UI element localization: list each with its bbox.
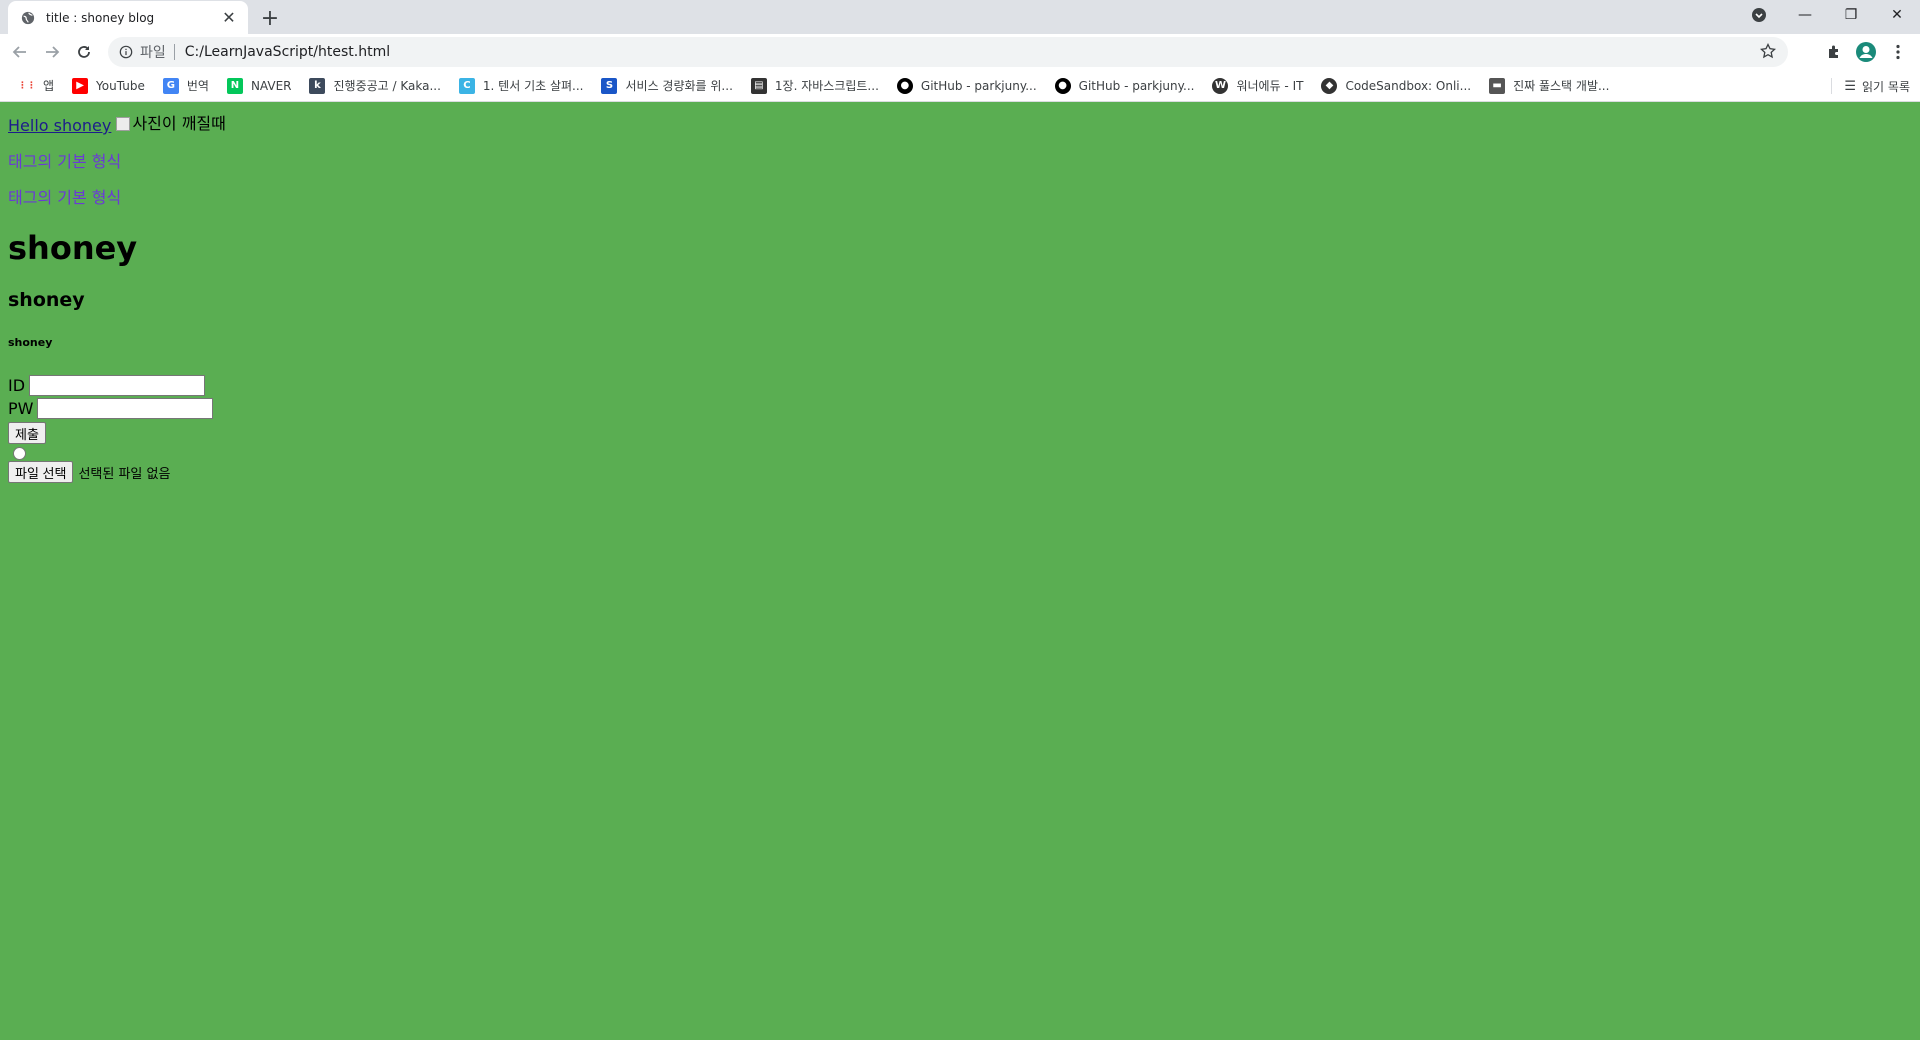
- id-label: ID: [8, 376, 26, 395]
- browser-toolbar: 파일 C:/LearnJavaScript/htest.html: [0, 34, 1920, 70]
- url-text[interactable]: C:/LearnJavaScript/htest.html: [185, 44, 390, 60]
- paragraph-1: 태그의 기본 형식: [8, 152, 122, 171]
- youtube-icon: ▶: [72, 77, 89, 94]
- globe-icon: [20, 10, 36, 26]
- reading-list-label: 읽기 목록: [1862, 79, 1910, 94]
- bookmark-item[interactable]: ◆ CodeSandbox: Onli...: [1312, 72, 1480, 100]
- book-icon: ▤: [750, 77, 767, 94]
- pw-label: PW: [8, 399, 34, 418]
- bookmark-item[interactable]: ● GitHub - parkjuny...: [1046, 72, 1204, 100]
- hello-link[interactable]: Hello shoney: [8, 116, 111, 135]
- bookmark-label: YouTube: [96, 78, 145, 93]
- bookmark-label: 1장. 자바스크립트...: [774, 79, 879, 93]
- bookmark-item[interactable]: k 진행중공고 / Kaka...: [300, 72, 449, 100]
- restore-icon[interactable]: ❐: [1828, 0, 1874, 30]
- address-bar[interactable]: 파일 C:/LearnJavaScript/htest.html: [108, 37, 1788, 67]
- pw-input[interactable]: [37, 398, 214, 419]
- bookmark-item[interactable]: N NAVER: [218, 72, 301, 100]
- bookmark-item[interactable]: ● GitHub - parkjuny...: [888, 72, 1046, 100]
- url-separator: [173, 44, 175, 60]
- reload-icon[interactable]: [68, 36, 100, 68]
- extensions-icon[interactable]: [1818, 36, 1850, 68]
- toolbar-actions: [1818, 36, 1914, 68]
- kakao-icon: k: [309, 77, 326, 94]
- keyboard-icon: ▬: [1489, 77, 1506, 94]
- broken-image-icon: [116, 117, 131, 131]
- id-row: ID: [8, 374, 1912, 397]
- bookmark-item[interactable]: ⋮⋮ 앱: [10, 72, 63, 100]
- file-select-button[interactable]: 파일 선택: [8, 461, 74, 483]
- file-status: 선택된 파일 없음: [78, 466, 171, 482]
- new-tab-icon[interactable]: +: [258, 6, 282, 31]
- github-icon: ●: [896, 77, 913, 94]
- bookmark-item[interactable]: C 1. 텐서 기초 살펴...: [450, 72, 593, 100]
- bookmark-label: 서비스 경량화를 위...: [625, 79, 733, 93]
- bookmark-item[interactable]: ▬ 진짜 풀스택 개발...: [1480, 72, 1618, 100]
- heading-h3: shoney: [8, 289, 85, 311]
- c-icon: C: [458, 77, 475, 94]
- bookmark-label: GitHub - parkjuny...: [920, 78, 1037, 93]
- bookmark-label: NAVER: [250, 78, 292, 93]
- translate-icon: G: [162, 77, 179, 94]
- heading-h6: shoney: [8, 336, 53, 349]
- tab-close-icon[interactable]: ✕: [220, 8, 238, 27]
- radio-button[interactable]: [13, 447, 26, 460]
- bookmark-label: 앱: [43, 79, 55, 93]
- reading-list[interactable]: ☰ 읽기 목록: [1831, 72, 1910, 100]
- tab-strip: title : shoney blog ✕ + — ❐ ✕: [0, 0, 1920, 34]
- image-alt-text: 사진이 깨질때: [132, 114, 226, 133]
- close-window-icon[interactable]: ✕: [1874, 0, 1920, 30]
- browser-tab[interactable]: title : shoney blog ✕: [8, 1, 248, 34]
- bookmark-divider: [1831, 78, 1833, 94]
- paragraph-2: 태그의 기본 형식: [8, 188, 122, 207]
- pw-row: PW: [8, 397, 1912, 420]
- tab-title: title : shoney blog: [46, 10, 155, 25]
- file-row: 파일 선택 선택된 파일 없음: [8, 461, 1912, 483]
- naver-icon: N: [226, 77, 243, 94]
- bookmark-label: 1. 텐서 기초 살펴...: [482, 79, 584, 93]
- bookmark-label: 워너에듀 - IT: [1236, 79, 1304, 93]
- info-icon[interactable]: [118, 44, 134, 60]
- first-line: Hello shoney 사진이 깨질때: [8, 114, 1912, 136]
- bookmark-item[interactable]: W 워너에듀 - IT: [1203, 72, 1312, 100]
- codesandbox-icon: ◆: [1321, 77, 1338, 94]
- bookmark-label: 진짜 풀스택 개발...: [1513, 79, 1610, 93]
- menu-kebab-icon[interactable]: [1882, 36, 1914, 68]
- bookmarks-bar: ⋮⋮ 앱 ▶ YouTube G 번역 N NAVER k 진행중공고 / Kaka... C 1. …: [0, 70, 1920, 102]
- page-content: Hello shoney 사진이 깨질때 태그의 기본 형식 태그의 기본 형식…: [0, 102, 1920, 1040]
- bookmark-item[interactable]: S 서비스 경량화를 위...: [592, 72, 741, 100]
- login-form: ID PW 제출 파일 선택 선택된 파일 없음: [8, 374, 1912, 483]
- s-icon: S: [601, 77, 618, 94]
- tab-search-icon[interactable]: [1736, 0, 1782, 30]
- heading-h1: shoney: [8, 229, 138, 267]
- bookmark-item[interactable]: G 번역: [154, 72, 218, 100]
- minimize-icon[interactable]: —: [1782, 0, 1828, 30]
- github-icon: ●: [1054, 77, 1071, 94]
- back-icon[interactable]: [4, 36, 36, 68]
- bookmark-label: 진행중공고 / Kaka...: [333, 79, 441, 93]
- id-input[interactable]: [29, 375, 206, 396]
- forward-icon[interactable]: [36, 36, 68, 68]
- bookmark-star-icon[interactable]: [1759, 42, 1777, 63]
- bookmark-item[interactable]: ▶ YouTube: [63, 72, 154, 100]
- submit-button[interactable]: 제출: [8, 422, 46, 444]
- url-scheme-chip: 파일: [140, 45, 166, 61]
- profile-avatar-icon[interactable]: [1850, 36, 1882, 68]
- wanna-icon: W: [1212, 77, 1229, 94]
- bookmark-label: 번역: [186, 79, 209, 93]
- window-controls: — ❐ ✕: [1736, 0, 1920, 30]
- reading-list-icon: ☰: [1844, 78, 1857, 94]
- bookmark-label: GitHub - parkjuny...: [1078, 78, 1195, 93]
- apps-grid-icon: ⋮⋮: [18, 80, 36, 91]
- bookmark-item[interactable]: ▤ 1장. 자바스크립트...: [742, 72, 888, 100]
- broken-image: 사진이 깨질때: [116, 114, 226, 134]
- bookmark-label: CodeSandbox: Onli...: [1345, 78, 1472, 93]
